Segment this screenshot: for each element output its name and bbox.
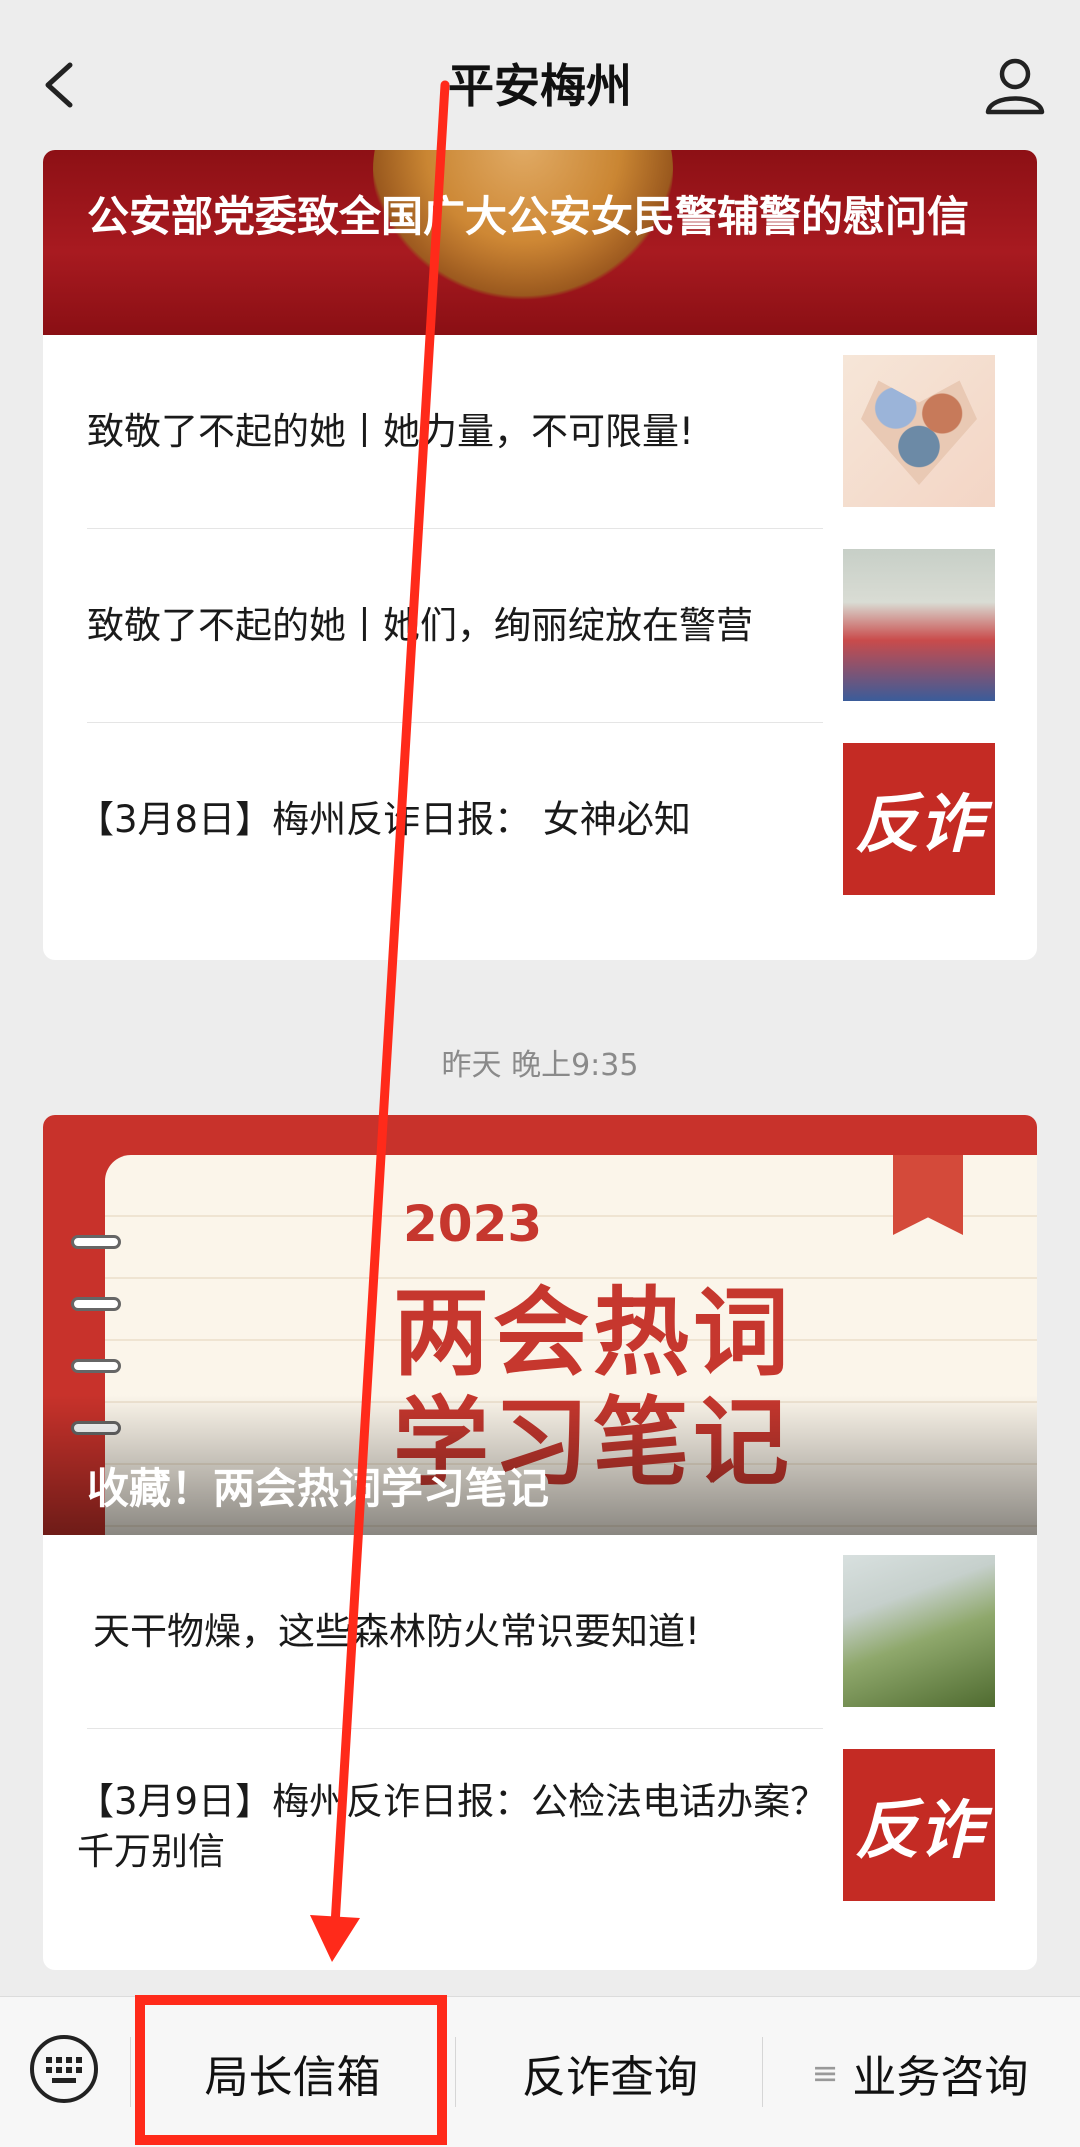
- menu-divider: [455, 2037, 456, 2107]
- list-item[interactable]: 天干物燥，这些森林防火常识要知道!: [43, 1535, 1037, 1729]
- list-item[interactable]: 【3月9日】梅州反诈日报：公检法电话办案？千万别信 反诈: [43, 1729, 1037, 1923]
- submenu-icon: ≡: [811, 2053, 839, 2092]
- menu-divider: [130, 2037, 131, 2107]
- top-bar: 平安梅州: [0, 0, 1080, 150]
- cover-article-title: 公安部党委致全国广大公安女民警辅警的慰问信: [87, 192, 970, 241]
- article-thumbnail: 反诈: [843, 1749, 995, 1901]
- cover-article[interactable]: 2023 两会热词 学习笔记 收藏！两会热词学习笔记: [43, 1115, 1037, 1535]
- article-title: 致敬了不起的她丨她们，绚丽绽放在警营: [87, 604, 753, 647]
- keyboard-icon[interactable]: [28, 2033, 100, 2105]
- menu-divider: [762, 2037, 763, 2107]
- article-group-card: 公安部党委致全国广大公安女民警辅警的慰问信 致敬了不起的她丨她力量，不可限量! …: [43, 150, 1037, 960]
- list-item[interactable]: 致敬了不起的她丨她们，绚丽绽放在警营: [43, 529, 1037, 723]
- profile-icon[interactable]: [980, 50, 1050, 120]
- timestamp: 昨天 晚上9:35: [441, 1048, 639, 1083]
- article-thumbnail: 反诈: [843, 743, 995, 895]
- menu-item-label: 业务咨询: [852, 2051, 1029, 2103]
- cover-article[interactable]: 公安部党委致全国广大公安女民警辅警的慰问信: [43, 150, 1037, 335]
- cover-year: 2023: [403, 1195, 543, 1253]
- article-thumbnail: [843, 1555, 995, 1707]
- list-item[interactable]: 【3月8日】梅州反诈日报： 女神必知 反诈: [43, 723, 1037, 917]
- article-thumbnail: [843, 355, 995, 507]
- menu-item-label: 反诈查询: [522, 2051, 698, 2103]
- menu-item-director-mailbox[interactable]: 局长信箱: [135, 1997, 450, 2147]
- article-thumbnail: [843, 549, 995, 701]
- article-title: 【3月8日】梅州反诈日报： 女神必知: [77, 798, 691, 841]
- menu-item-business-consult[interactable]: ≡ 业务咨询: [765, 1997, 1075, 2147]
- article-group-card: 2023 两会热词 学习笔记 收藏！两会热词学习笔记 天干物燥，这些森林防火常识…: [43, 1115, 1037, 1970]
- list-item[interactable]: 致敬了不起的她丨她力量，不可限量!: [43, 335, 1037, 529]
- page-title: 平安梅州: [448, 59, 632, 113]
- bottom-menu: 局长信箱 反诈查询 ≡ 业务咨询: [0, 1996, 1080, 2147]
- article-title: 致敬了不起的她丨她力量，不可限量!: [87, 410, 694, 453]
- menu-item-label: 局长信箱: [204, 2051, 381, 2103]
- cover-article-title: 收藏！两会热词学习笔记: [87, 1464, 550, 1513]
- article-title: 天干物燥，这些森林防火常识要知道!: [93, 1610, 700, 1653]
- menu-item-fraud-query[interactable]: 反诈查询: [460, 1997, 760, 2147]
- article-title: 【3月9日】梅州反诈日报：公检法电话办案？千万别信: [77, 1780, 828, 1873]
